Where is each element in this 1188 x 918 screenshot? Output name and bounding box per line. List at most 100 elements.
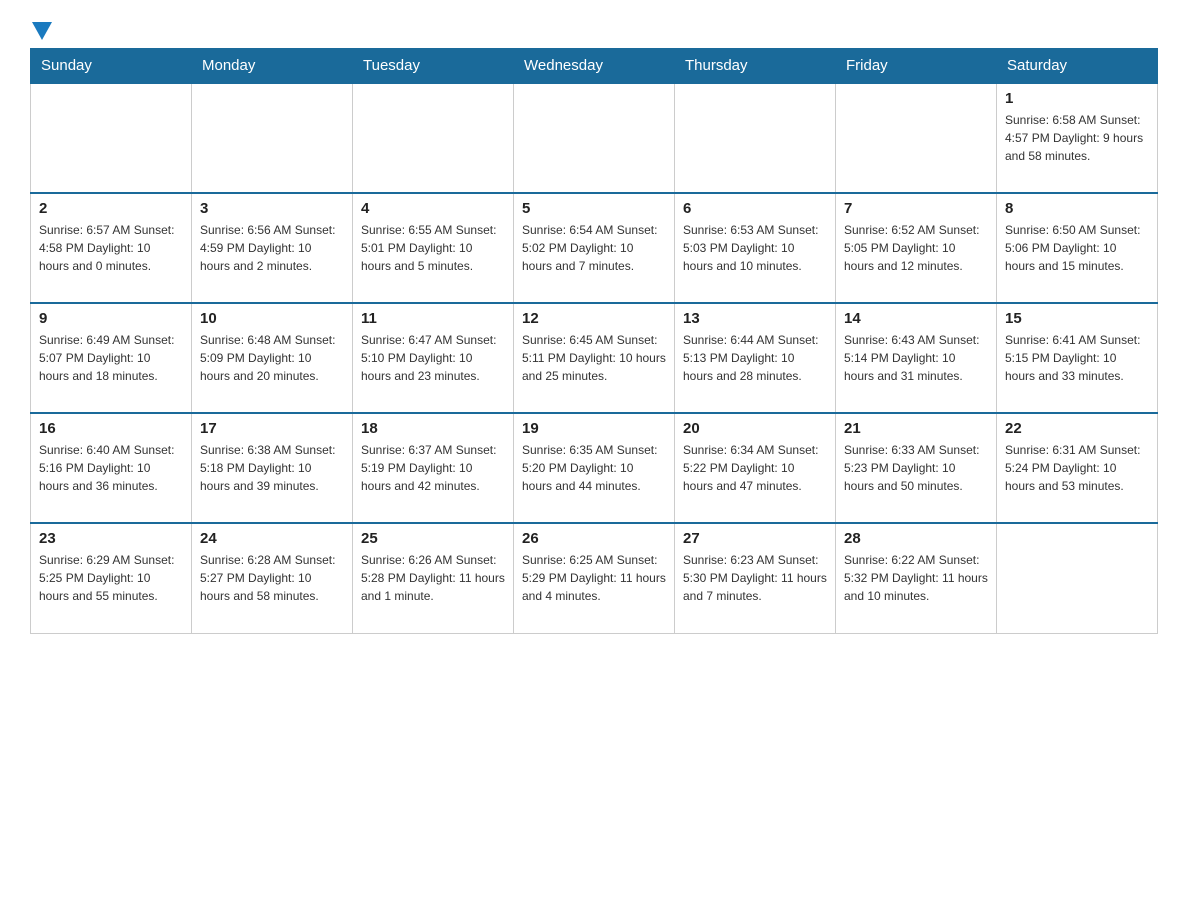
- weekday-tuesday: Tuesday: [353, 49, 514, 84]
- day-info: Sunrise: 6:29 AM Sunset: 5:25 PM Dayligh…: [39, 551, 183, 605]
- day-info: Sunrise: 6:23 AM Sunset: 5:30 PM Dayligh…: [683, 551, 827, 605]
- day-number: 11: [361, 310, 505, 327]
- day-number: 6: [683, 200, 827, 217]
- weekday-monday: Monday: [192, 49, 353, 84]
- calendar-cell: 21 Sunrise: 6:33 AM Sunset: 5:23 PM Dayli…: [836, 413, 997, 523]
- calendar-cell: 19 Sunrise: 6:35 AM Sunset: 5:20 PM Dayli…: [514, 413, 675, 523]
- day-number: 13: [683, 310, 827, 327]
- logo: [30, 20, 52, 38]
- day-number: 1: [1005, 90, 1149, 107]
- day-number: 17: [200, 420, 344, 437]
- calendar-cell: 1 Sunrise: 6:58 AM Sunset: 4:57 PM Daylig…: [997, 83, 1158, 193]
- day-number: 12: [522, 310, 666, 327]
- day-info: Sunrise: 6:41 AM Sunset: 5:15 PM Dayligh…: [1005, 331, 1149, 385]
- day-info: Sunrise: 6:28 AM Sunset: 5:27 PM Dayligh…: [200, 551, 344, 605]
- calendar-cell: 9 Sunrise: 6:49 AM Sunset: 5:07 PM Daylig…: [31, 303, 192, 413]
- calendar-cell: 22 Sunrise: 6:31 AM Sunset: 5:24 PM Dayli…: [997, 413, 1158, 523]
- day-number: 21: [844, 420, 988, 437]
- weekday-friday: Friday: [836, 49, 997, 84]
- calendar-cell: 6 Sunrise: 6:53 AM Sunset: 5:03 PM Daylig…: [675, 193, 836, 303]
- day-info: Sunrise: 6:52 AM Sunset: 5:05 PM Dayligh…: [844, 221, 988, 275]
- calendar-cell: 16 Sunrise: 6:40 AM Sunset: 5:16 PM Dayli…: [31, 413, 192, 523]
- day-number: 15: [1005, 310, 1149, 327]
- day-number: 23: [39, 530, 183, 547]
- calendar-cell: 2 Sunrise: 6:57 AM Sunset: 4:58 PM Daylig…: [31, 193, 192, 303]
- day-info: Sunrise: 6:55 AM Sunset: 5:01 PM Dayligh…: [361, 221, 505, 275]
- day-info: Sunrise: 6:45 AM Sunset: 5:11 PM Dayligh…: [522, 331, 666, 385]
- day-number: 20: [683, 420, 827, 437]
- day-number: 3: [200, 200, 344, 217]
- calendar-cell: 5 Sunrise: 6:54 AM Sunset: 5:02 PM Daylig…: [514, 193, 675, 303]
- calendar-cell: [836, 83, 997, 193]
- day-number: 16: [39, 420, 183, 437]
- calendar-cell: 18 Sunrise: 6:37 AM Sunset: 5:19 PM Dayli…: [353, 413, 514, 523]
- day-info: Sunrise: 6:26 AM Sunset: 5:28 PM Dayligh…: [361, 551, 505, 605]
- weekday-thursday: Thursday: [675, 49, 836, 84]
- day-info: Sunrise: 6:40 AM Sunset: 5:16 PM Dayligh…: [39, 441, 183, 495]
- calendar-cell: 7 Sunrise: 6:52 AM Sunset: 5:05 PM Daylig…: [836, 193, 997, 303]
- calendar-cell: 12 Sunrise: 6:45 AM Sunset: 5:11 PM Dayli…: [514, 303, 675, 413]
- day-info: Sunrise: 6:49 AM Sunset: 5:07 PM Dayligh…: [39, 331, 183, 385]
- weekday-sunday: Sunday: [31, 49, 192, 84]
- day-info: Sunrise: 6:47 AM Sunset: 5:10 PM Dayligh…: [361, 331, 505, 385]
- day-info: Sunrise: 6:56 AM Sunset: 4:59 PM Dayligh…: [200, 221, 344, 275]
- day-number: 5: [522, 200, 666, 217]
- day-info: Sunrise: 6:50 AM Sunset: 5:06 PM Dayligh…: [1005, 221, 1149, 275]
- calendar-cell: 23 Sunrise: 6:29 AM Sunset: 5:25 PM Dayli…: [31, 523, 192, 633]
- calendar-cell: [514, 83, 675, 193]
- calendar-cell: [192, 83, 353, 193]
- day-number: 2: [39, 200, 183, 217]
- calendar-cell: 10Sunrise: 6:48 AM Sunset: 5:09 PM Dayli…: [192, 303, 353, 413]
- weekday-wednesday: Wednesday: [514, 49, 675, 84]
- weekday-header-row: SundayMondayTuesdayWednesdayThursdayFrid…: [31, 49, 1158, 84]
- day-info: Sunrise: 6:34 AM Sunset: 5:22 PM Dayligh…: [683, 441, 827, 495]
- day-info: Sunrise: 6:22 AM Sunset: 5:32 PM Dayligh…: [844, 551, 988, 605]
- calendar-cell: 8 Sunrise: 6:50 AM Sunset: 5:06 PM Daylig…: [997, 193, 1158, 303]
- calendar-cell: 25 Sunrise: 6:26 AM Sunset: 5:28 PM Dayli…: [353, 523, 514, 633]
- calendar-cell: [997, 523, 1158, 633]
- day-info: Sunrise: 6:53 AM Sunset: 5:03 PM Dayligh…: [683, 221, 827, 275]
- day-number: 25: [361, 530, 505, 547]
- calendar-week-2: 2 Sunrise: 6:57 AM Sunset: 4:58 PM Daylig…: [31, 193, 1158, 303]
- calendar-table: SundayMondayTuesdayWednesdayThursdayFrid…: [30, 48, 1158, 634]
- day-number: 26: [522, 530, 666, 547]
- calendar-week-1: 1 Sunrise: 6:58 AM Sunset: 4:57 PM Daylig…: [31, 83, 1158, 193]
- page-header: [30, 20, 1158, 38]
- day-info: Sunrise: 6:44 AM Sunset: 5:13 PM Dayligh…: [683, 331, 827, 385]
- day-info: Sunrise: 6:35 AM Sunset: 5:20 PM Dayligh…: [522, 441, 666, 495]
- calendar-cell: 15 Sunrise: 6:41 AM Sunset: 5:15 PM Dayli…: [997, 303, 1158, 413]
- calendar-week-5: 23 Sunrise: 6:29 AM Sunset: 5:25 PM Dayli…: [31, 523, 1158, 633]
- day-info: Sunrise: 6:57 AM Sunset: 4:58 PM Dayligh…: [39, 221, 183, 275]
- calendar-cell: 24 Sunrise: 6:28 AM Sunset: 5:27 PM Dayli…: [192, 523, 353, 633]
- day-info: Sunrise: 6:43 AM Sunset: 5:14 PM Dayligh…: [844, 331, 988, 385]
- logo-triangle-icon: [32, 22, 52, 42]
- day-info: Sunrise: 6:31 AM Sunset: 5:24 PM Dayligh…: [1005, 441, 1149, 495]
- calendar-cell: 26Sunrise: 6:25 AM Sunset: 5:29 PM Dayli…: [514, 523, 675, 633]
- day-number: 9: [39, 310, 183, 327]
- calendar-cell: 13 Sunrise: 6:44 AM Sunset: 5:13 PM Dayli…: [675, 303, 836, 413]
- day-number: 27: [683, 530, 827, 547]
- calendar-cell: 14Sunrise: 6:43 AM Sunset: 5:14 PM Dayli…: [836, 303, 997, 413]
- day-number: 8: [1005, 200, 1149, 217]
- day-number: 7: [844, 200, 988, 217]
- calendar-week-3: 9 Sunrise: 6:49 AM Sunset: 5:07 PM Daylig…: [31, 303, 1158, 413]
- day-number: 4: [361, 200, 505, 217]
- day-number: 22: [1005, 420, 1149, 437]
- day-number: 19: [522, 420, 666, 437]
- calendar-cell: 20 Sunrise: 6:34 AM Sunset: 5:22 PM Dayli…: [675, 413, 836, 523]
- calendar-cell: 27 Sunrise: 6:23 AM Sunset: 5:30 PM Dayli…: [675, 523, 836, 633]
- day-number: 24: [200, 530, 344, 547]
- day-info: Sunrise: 6:33 AM Sunset: 5:23 PM Dayligh…: [844, 441, 988, 495]
- day-info: Sunrise: 6:58 AM Sunset: 4:57 PM Dayligh…: [1005, 111, 1149, 165]
- calendar-week-4: 16 Sunrise: 6:40 AM Sunset: 5:16 PM Dayli…: [31, 413, 1158, 523]
- calendar-cell: 11 Sunrise: 6:47 AM Sunset: 5:10 PM Dayli…: [353, 303, 514, 413]
- day-number: 18: [361, 420, 505, 437]
- calendar-cell: [353, 83, 514, 193]
- day-number: 28: [844, 530, 988, 547]
- calendar-cell: [675, 83, 836, 193]
- calendar-cell: 3 Sunrise: 6:56 AM Sunset: 4:59 PM Daylig…: [192, 193, 353, 303]
- day-info: Sunrise: 6:54 AM Sunset: 5:02 PM Dayligh…: [522, 221, 666, 275]
- day-info: Sunrise: 6:37 AM Sunset: 5:19 PM Dayligh…: [361, 441, 505, 495]
- calendar-cell: [31, 83, 192, 193]
- calendar-cell: 4 Sunrise: 6:55 AM Sunset: 5:01 PM Daylig…: [353, 193, 514, 303]
